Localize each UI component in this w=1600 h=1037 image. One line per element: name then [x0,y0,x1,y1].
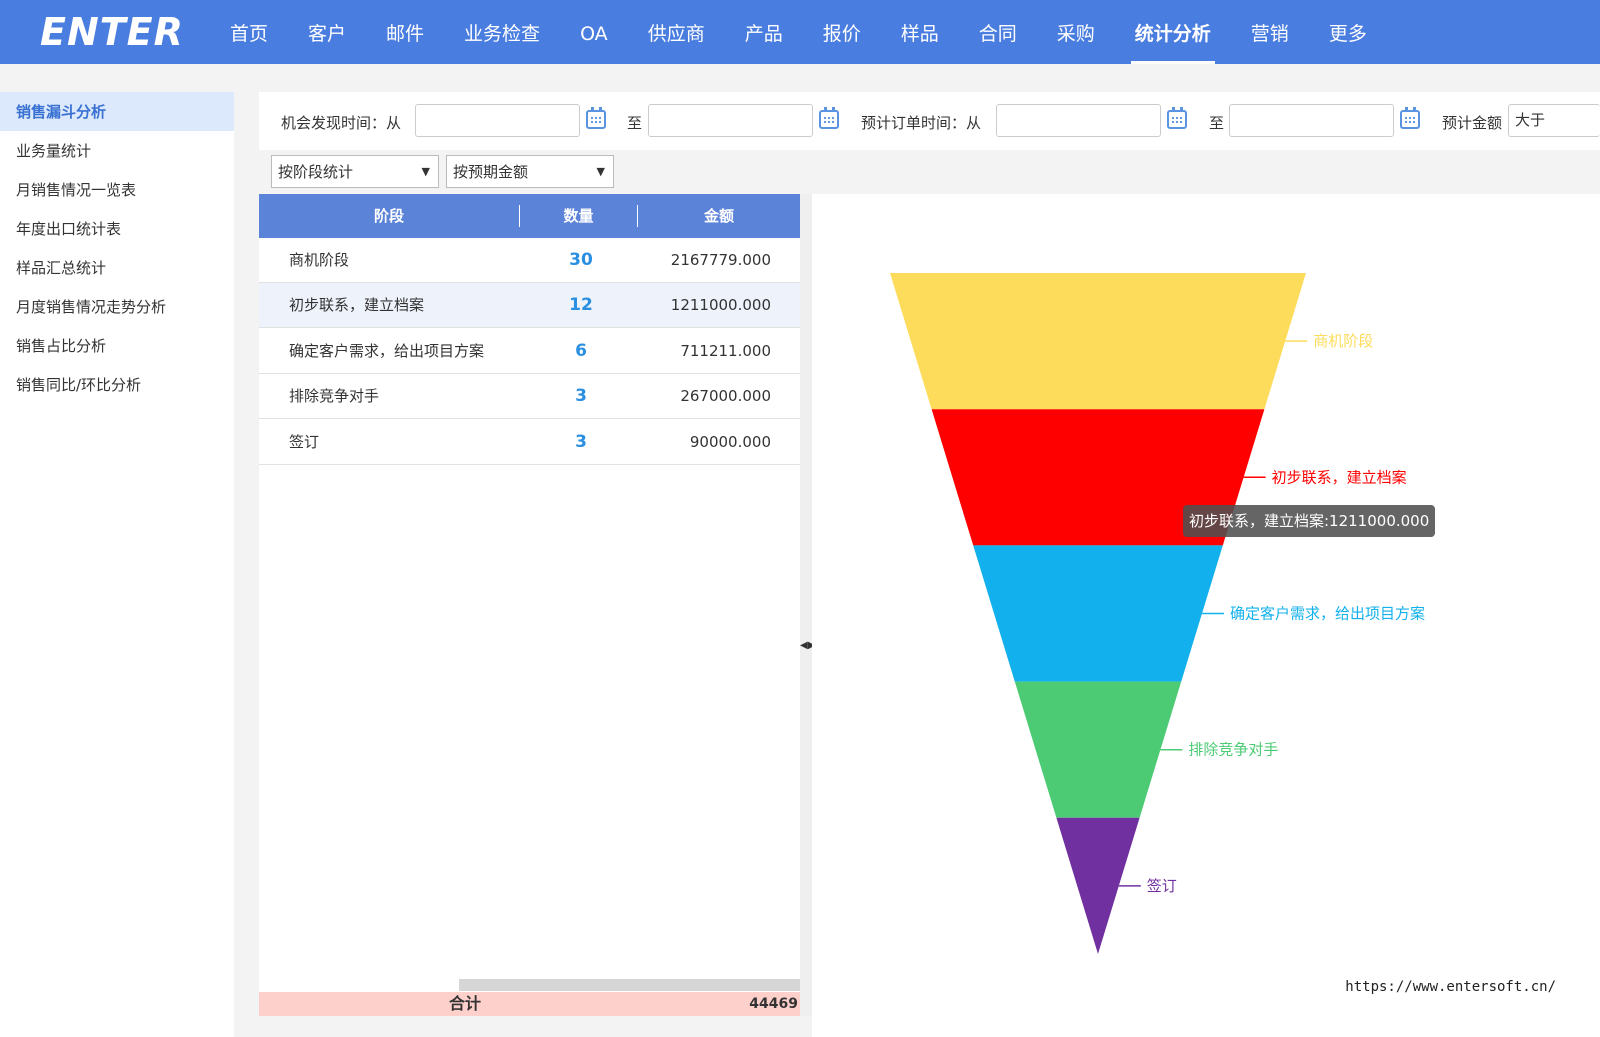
to-label: 至 [1209,114,1225,132]
group-options-row: 按阶段统计 ▼ 按预期金额 ▼ [259,150,1600,194]
measure-value: 按预期金额 [453,163,529,181]
to-label: 至 [627,114,643,132]
funnel-label: 初步联系，建立档案 [1272,468,1407,486]
funnel-chart-panel: 商机阶段初步联系，建立档案确定客户需求，给出项目方案排除竞争对手签订 初步联系，… [812,194,1600,1037]
count-cell[interactable]: 6 [531,329,631,374]
opportunity-from-input[interactable] [415,104,580,137]
panel-splitter[interactable]: ◀▶ [800,194,815,1016]
horizontal-scrollbar[interactable] [459,979,800,991]
amount-operator-select[interactable]: 大于 [1508,104,1600,137]
funnel-chart: 商机阶段初步联系，建立档案确定客户需求，给出项目方案排除竞争对手签订 [890,273,1425,954]
main-nav: 首页 客户 邮件 业务检查 OA 供应商 产品 报价 样品 合同 采购 统计分析 营销 更多 [210,0,1387,64]
calendar-icon[interactable] [1400,107,1420,129]
nav-item-5[interactable]: 供应商 [628,0,725,64]
nav-item-6[interactable]: 产品 [725,0,803,64]
filter-bar: 机会发现时间：从 至 预计订单时间：从 至 预计金额 大于 [259,92,1600,150]
amount-label: 预计金额 [1442,114,1503,132]
calendar-icon[interactable] [819,107,839,129]
nav-item-8[interactable]: 样品 [881,0,959,64]
amount-cell: 267000.000 [680,387,771,406]
opportunity-time-label: 机会发现时间：从 [281,114,402,132]
top-nav-bar: ENTER 首页 客户 邮件 业务检查 OA 供应商 产品 报价 样品 合同 采购 统计分析 营销 更多 [0,0,1600,64]
sidebar-menu: 销售漏斗分析 业务量统计 月销售情况一览表 年度出口统计表 样品汇总统计 月度销售情况走势… [0,92,234,1037]
stage-cell: 商机阶段 [289,251,350,269]
opportunity-to-input[interactable] [648,104,813,137]
nav-item-1[interactable]: 客户 [288,0,366,64]
site-url: https://www.entersoft.cn/ [1345,979,1556,995]
count-cell[interactable]: 12 [531,283,631,328]
funnel-segment[interactable] [890,273,1306,410]
total-value: 44469 [749,996,798,1012]
order-to-input[interactable] [1229,104,1394,137]
nav-item-4[interactable]: OA [560,0,628,64]
table-row[interactable]: 签订 3 90000.000 [259,420,800,465]
sidebar-item-7[interactable]: 销售同比/环比分析 [0,365,234,404]
group-by-select[interactable]: 按阶段统计 ▼ [271,155,439,188]
nav-item-10[interactable]: 采购 [1037,0,1115,64]
sidebar-item-4[interactable]: 样品汇总统计 [0,248,234,287]
resize-arrows-icon[interactable]: ◀▶ [800,640,815,651]
amount-cell: 2167779.000 [670,251,771,269]
nav-item-12[interactable]: 营销 [1231,0,1309,64]
order-from-input[interactable] [996,104,1161,137]
nav-item-11[interactable]: 统计分析 [1115,0,1231,64]
table-row[interactable]: 初步联系，建立档案 12 1211000.000 [259,283,800,329]
stage-cell: 签订 [289,432,320,451]
group-by-value: 按阶段统计 [278,163,354,181]
stage-cell: 初步联系，建立档案 [289,296,425,315]
nav-item-13[interactable]: 更多 [1309,0,1387,64]
count-cell[interactable]: 30 [531,238,631,283]
amount-cell: 1211000.000 [670,296,771,315]
count-cell[interactable]: 3 [531,374,631,419]
column-header-count[interactable]: 数量 [520,194,637,238]
funnel-label: 商机阶段 [1313,332,1373,350]
sidebar-item-6[interactable]: 销售占比分析 [0,326,234,365]
count-cell[interactable]: 3 [531,420,631,465]
sidebar-item-0[interactable]: 销售漏斗分析 [0,92,234,131]
nav-item-9[interactable]: 合同 [959,0,1037,64]
amount-cell: 711211.000 [680,341,771,360]
funnel-label: 排除竞争对手 [1188,741,1278,759]
chart-tooltip: 初步联系，建立档案:1211000.000 [1183,505,1436,537]
table-row[interactable]: 排除竞争对手 3 267000.000 [259,374,800,420]
calendar-icon[interactable] [1167,107,1187,129]
measure-select[interactable]: 按预期金额 ▼ [446,155,614,188]
nav-item-0[interactable]: 首页 [210,0,288,64]
table-row[interactable]: 商机阶段 30 2167779.000 [259,238,800,283]
sidebar-item-3[interactable]: 年度出口统计表 [0,209,234,248]
nav-item-2[interactable]: 邮件 [366,0,444,64]
nav-item-3[interactable]: 业务检查 [444,0,560,64]
sidebar-item-1[interactable]: 业务量统计 [0,131,234,170]
stage-cell: 排除竞争对手 [289,387,380,406]
table-row[interactable]: 确定客户需求，给出项目方案 6 711211.000 [259,329,800,374]
order-time-label: 预计订单时间：从 [861,114,982,132]
dropdown-arrow-icon: ▼ [421,165,430,178]
logo-text: ENTER [40,10,184,54]
funnel-label: 签订 [1147,877,1177,895]
funnel-label: 确定客户需求，给出项目方案 [1230,605,1425,623]
table-total-row: 合计 44469 [259,992,800,1016]
table-header: 阶段 数量 金额 [259,194,800,238]
nav-item-7[interactable]: 报价 [803,0,881,64]
stage-cell: 确定客户需求，给出项目方案 [289,341,485,360]
amount-cell: 90000.000 [689,432,771,451]
column-header-amount[interactable]: 金额 [638,194,800,238]
funnel-segment[interactable] [1014,681,1182,818]
column-header-stage[interactable]: 阶段 [259,194,519,238]
dropdown-arrow-icon: ▼ [596,165,605,178]
funnel-data-table: 阶段 数量 金额 商机阶段 30 2167779.000 初步联系，建立档案 12 121… [259,194,800,1016]
total-label: 合计 [449,994,482,1013]
enter-logo[interactable]: ENTER [40,10,184,54]
calendar-icon[interactable] [586,107,606,129]
sidebar-item-2[interactable]: 月销售情况一览表 [0,170,234,209]
sidebar-item-5[interactable]: 月度销售情况走势分析 [0,287,234,326]
funnel-segment[interactable] [973,545,1223,682]
